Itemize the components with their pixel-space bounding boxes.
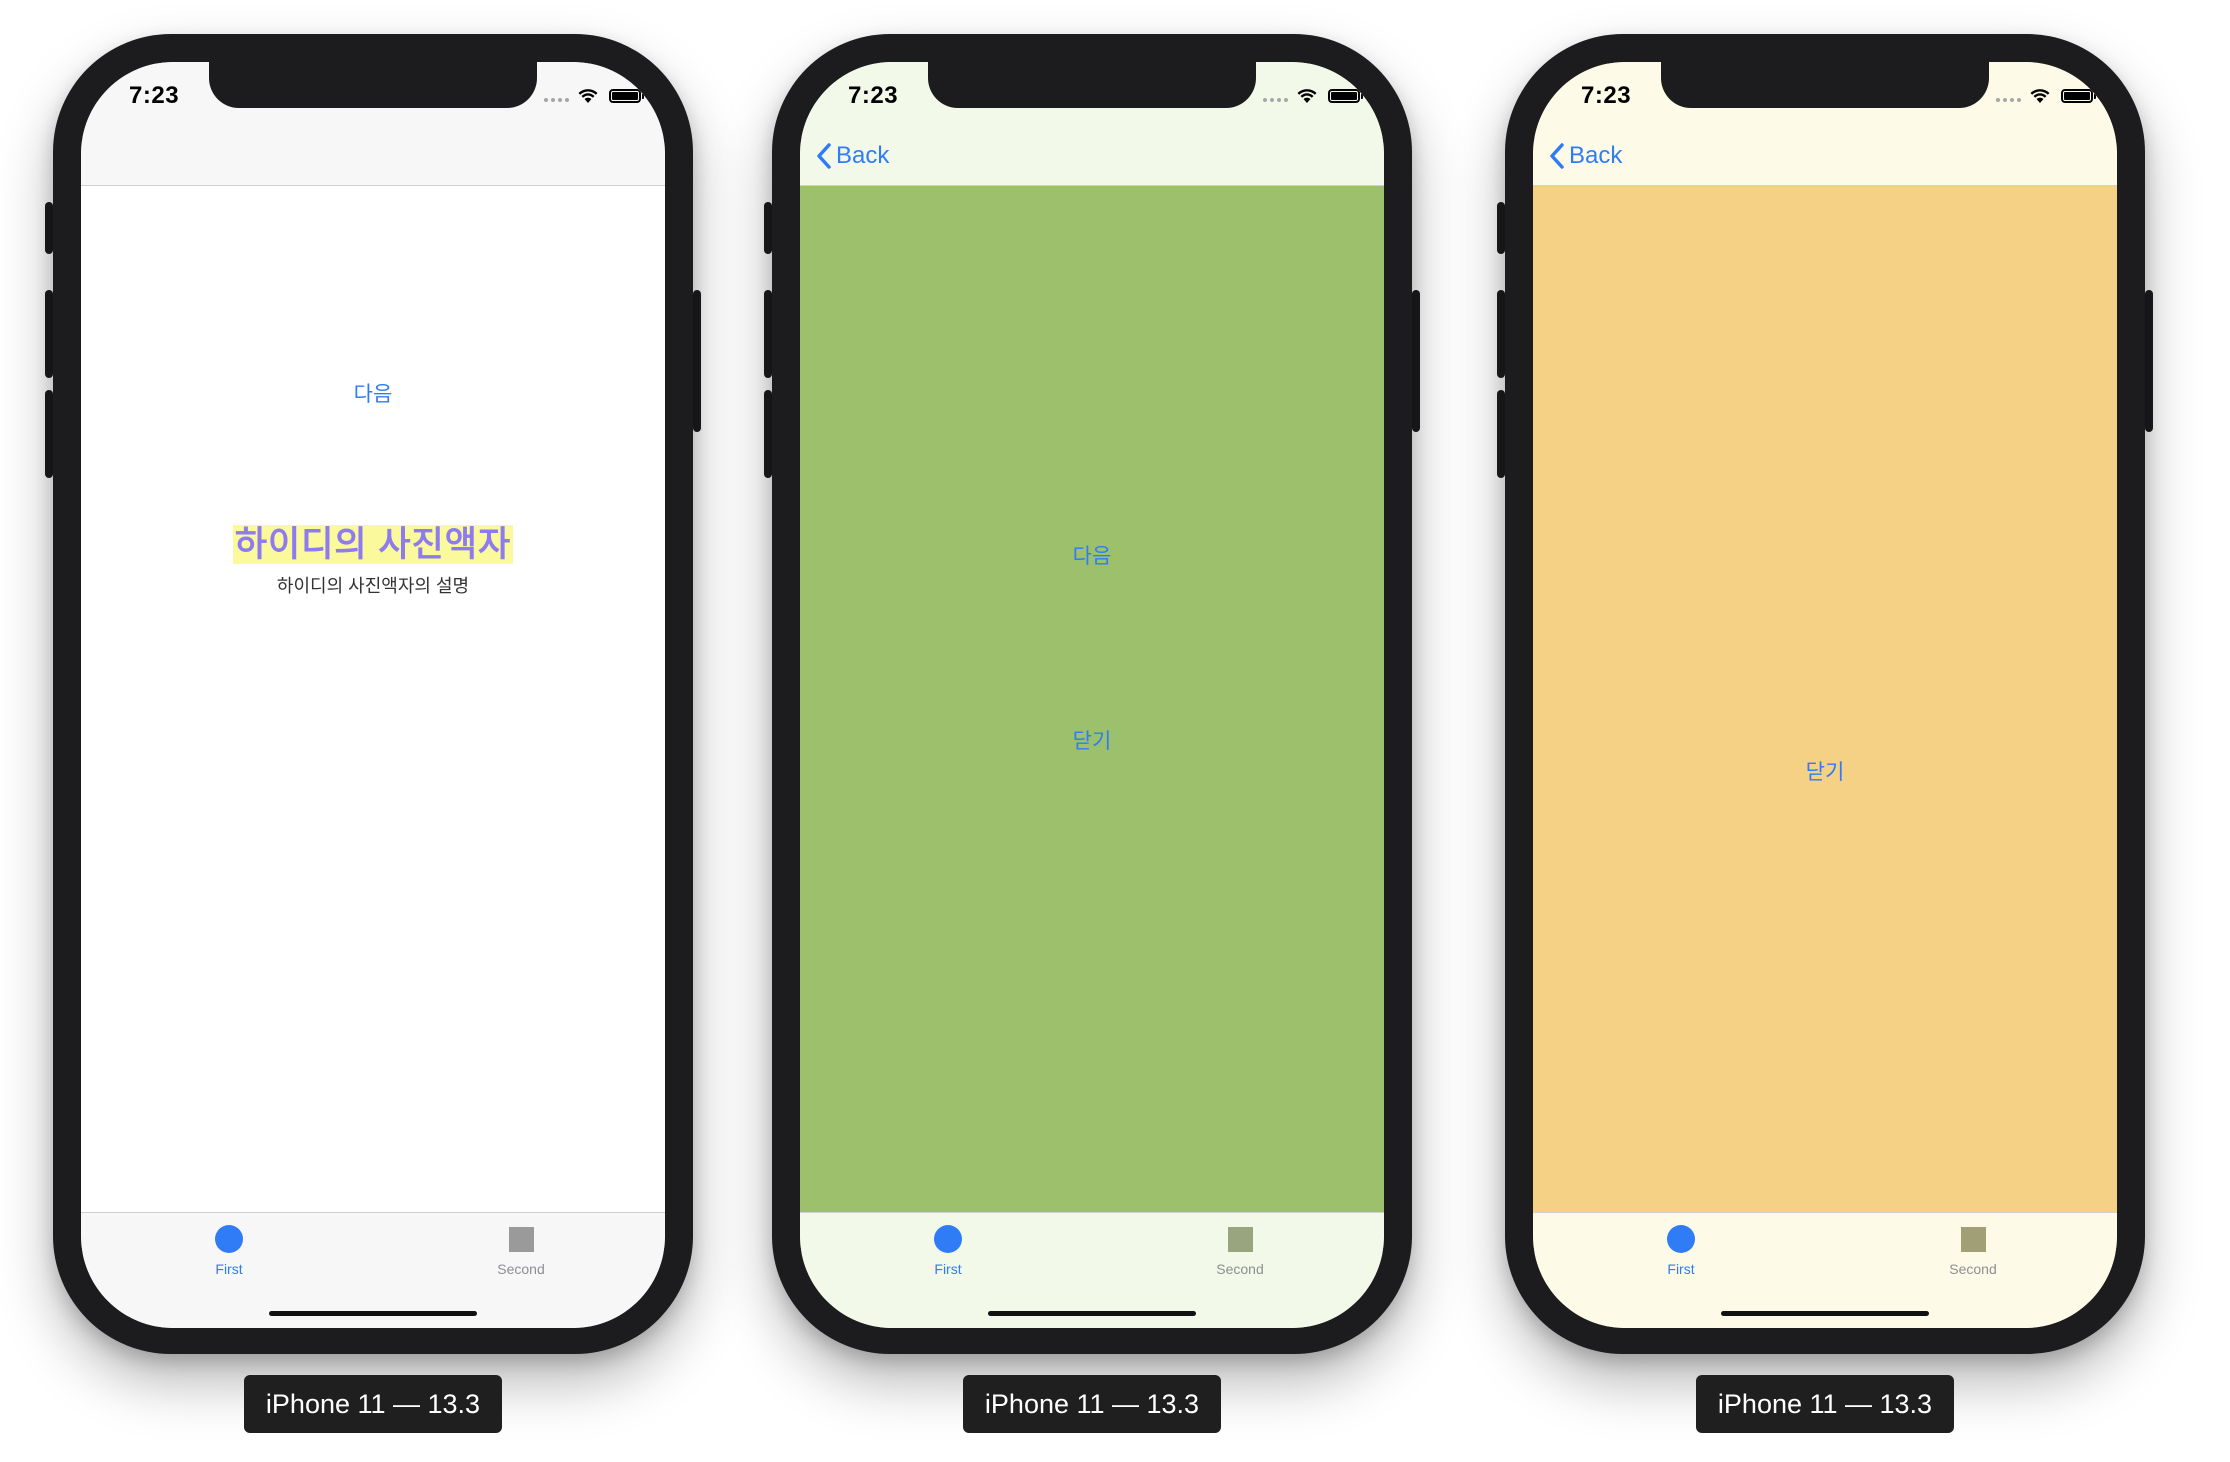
simulator-device-2: Back 7:23 다음 닫기 First Second iPhone 11 —… bbox=[764, 34, 1420, 1433]
tab-first-label: First bbox=[1667, 1261, 1695, 1277]
content-view: 닫기 bbox=[1533, 186, 2117, 1212]
wifi-icon bbox=[1297, 89, 1317, 103]
status-time: 7:23 bbox=[848, 82, 899, 109]
home-indicator[interactable] bbox=[988, 1311, 1196, 1316]
title-text: 하이디의 사진액자 bbox=[232, 525, 514, 564]
power-button bbox=[693, 290, 701, 432]
cellular-signal-icon bbox=[544, 98, 569, 102]
status-time: 7:23 bbox=[129, 82, 180, 109]
volume-down-button bbox=[45, 390, 53, 478]
power-button bbox=[2145, 290, 2153, 432]
square-icon bbox=[1960, 1227, 1986, 1252]
battery-icon bbox=[1328, 89, 1363, 103]
tab-second-label: Second bbox=[497, 1261, 545, 1277]
tab-second[interactable]: Second bbox=[1190, 1225, 1290, 1277]
simulator-device-3: Back 7:23 닫기 First Second iPhone 11 — 13… bbox=[1497, 34, 2153, 1433]
circle-filled-icon bbox=[934, 1225, 962, 1253]
device-screen: 7:23 다음 하이디의 사진액자 하이디의 사진액자의 설명 First Se… bbox=[81, 62, 665, 1328]
device-caption: iPhone 11 — 13.3 bbox=[244, 1375, 502, 1433]
close-button[interactable]: 닫기 bbox=[800, 725, 1384, 755]
notch bbox=[928, 62, 1256, 108]
device-caption: iPhone 11 — 13.3 bbox=[963, 1375, 1221, 1433]
volume-up-button bbox=[1497, 290, 1505, 378]
tab-second[interactable]: Second bbox=[1923, 1225, 2023, 1277]
device-screen: Back 7:23 다음 닫기 First Second bbox=[800, 62, 1384, 1328]
volume-up-button bbox=[45, 290, 53, 378]
volume-down-button bbox=[764, 390, 772, 478]
next-button[interactable]: 다음 bbox=[81, 378, 665, 408]
wifi-icon bbox=[2030, 89, 2050, 103]
page-title: 하이디의 사진액자 bbox=[81, 516, 665, 567]
mute-switch bbox=[45, 202, 53, 254]
mute-switch bbox=[764, 202, 772, 254]
tab-second[interactable]: Second bbox=[471, 1225, 571, 1277]
tab-first[interactable]: First bbox=[1631, 1225, 1731, 1277]
mute-switch bbox=[1497, 202, 1505, 254]
cellular-signal-icon bbox=[1263, 98, 1288, 102]
circle-filled-icon bbox=[1667, 1225, 1695, 1253]
tab-second-label: Second bbox=[1216, 1261, 1264, 1277]
tab-first-label: First bbox=[934, 1261, 962, 1277]
content-view: 다음 하이디의 사진액자 하이디의 사진액자의 설명 bbox=[81, 186, 665, 1212]
volume-down-button bbox=[1497, 390, 1505, 478]
home-indicator[interactable] bbox=[269, 1311, 477, 1316]
close-button[interactable]: 닫기 bbox=[1533, 756, 2117, 786]
tab-first[interactable]: First bbox=[898, 1225, 998, 1277]
square-icon bbox=[1227, 1227, 1253, 1252]
home-indicator[interactable] bbox=[1721, 1311, 1929, 1316]
square-icon bbox=[508, 1227, 534, 1252]
content-view: 다음 닫기 bbox=[800, 186, 1384, 1212]
circle-filled-icon bbox=[215, 1225, 243, 1253]
status-time: 7:23 bbox=[1581, 82, 1632, 109]
cellular-signal-icon bbox=[1996, 98, 2021, 102]
tab-first-label: First bbox=[215, 1261, 243, 1277]
page-subtitle: 하이디의 사진액자의 설명 bbox=[276, 576, 470, 596]
volume-up-button bbox=[764, 290, 772, 378]
notch bbox=[209, 62, 537, 108]
simulator-device-1: 7:23 다음 하이디의 사진액자 하이디의 사진액자의 설명 First Se… bbox=[45, 34, 701, 1433]
battery-icon bbox=[2061, 89, 2096, 103]
tab-second-label: Second bbox=[1949, 1261, 1997, 1277]
wifi-icon bbox=[578, 89, 598, 103]
device-caption: iPhone 11 — 13.3 bbox=[1696, 1375, 1954, 1433]
notch bbox=[1661, 62, 1989, 108]
power-button bbox=[1412, 290, 1420, 432]
tab-first[interactable]: First bbox=[179, 1225, 279, 1277]
device-screen: Back 7:23 닫기 First Second bbox=[1533, 62, 2117, 1328]
next-button[interactable]: 다음 bbox=[800, 540, 1384, 570]
battery-icon bbox=[609, 89, 644, 103]
